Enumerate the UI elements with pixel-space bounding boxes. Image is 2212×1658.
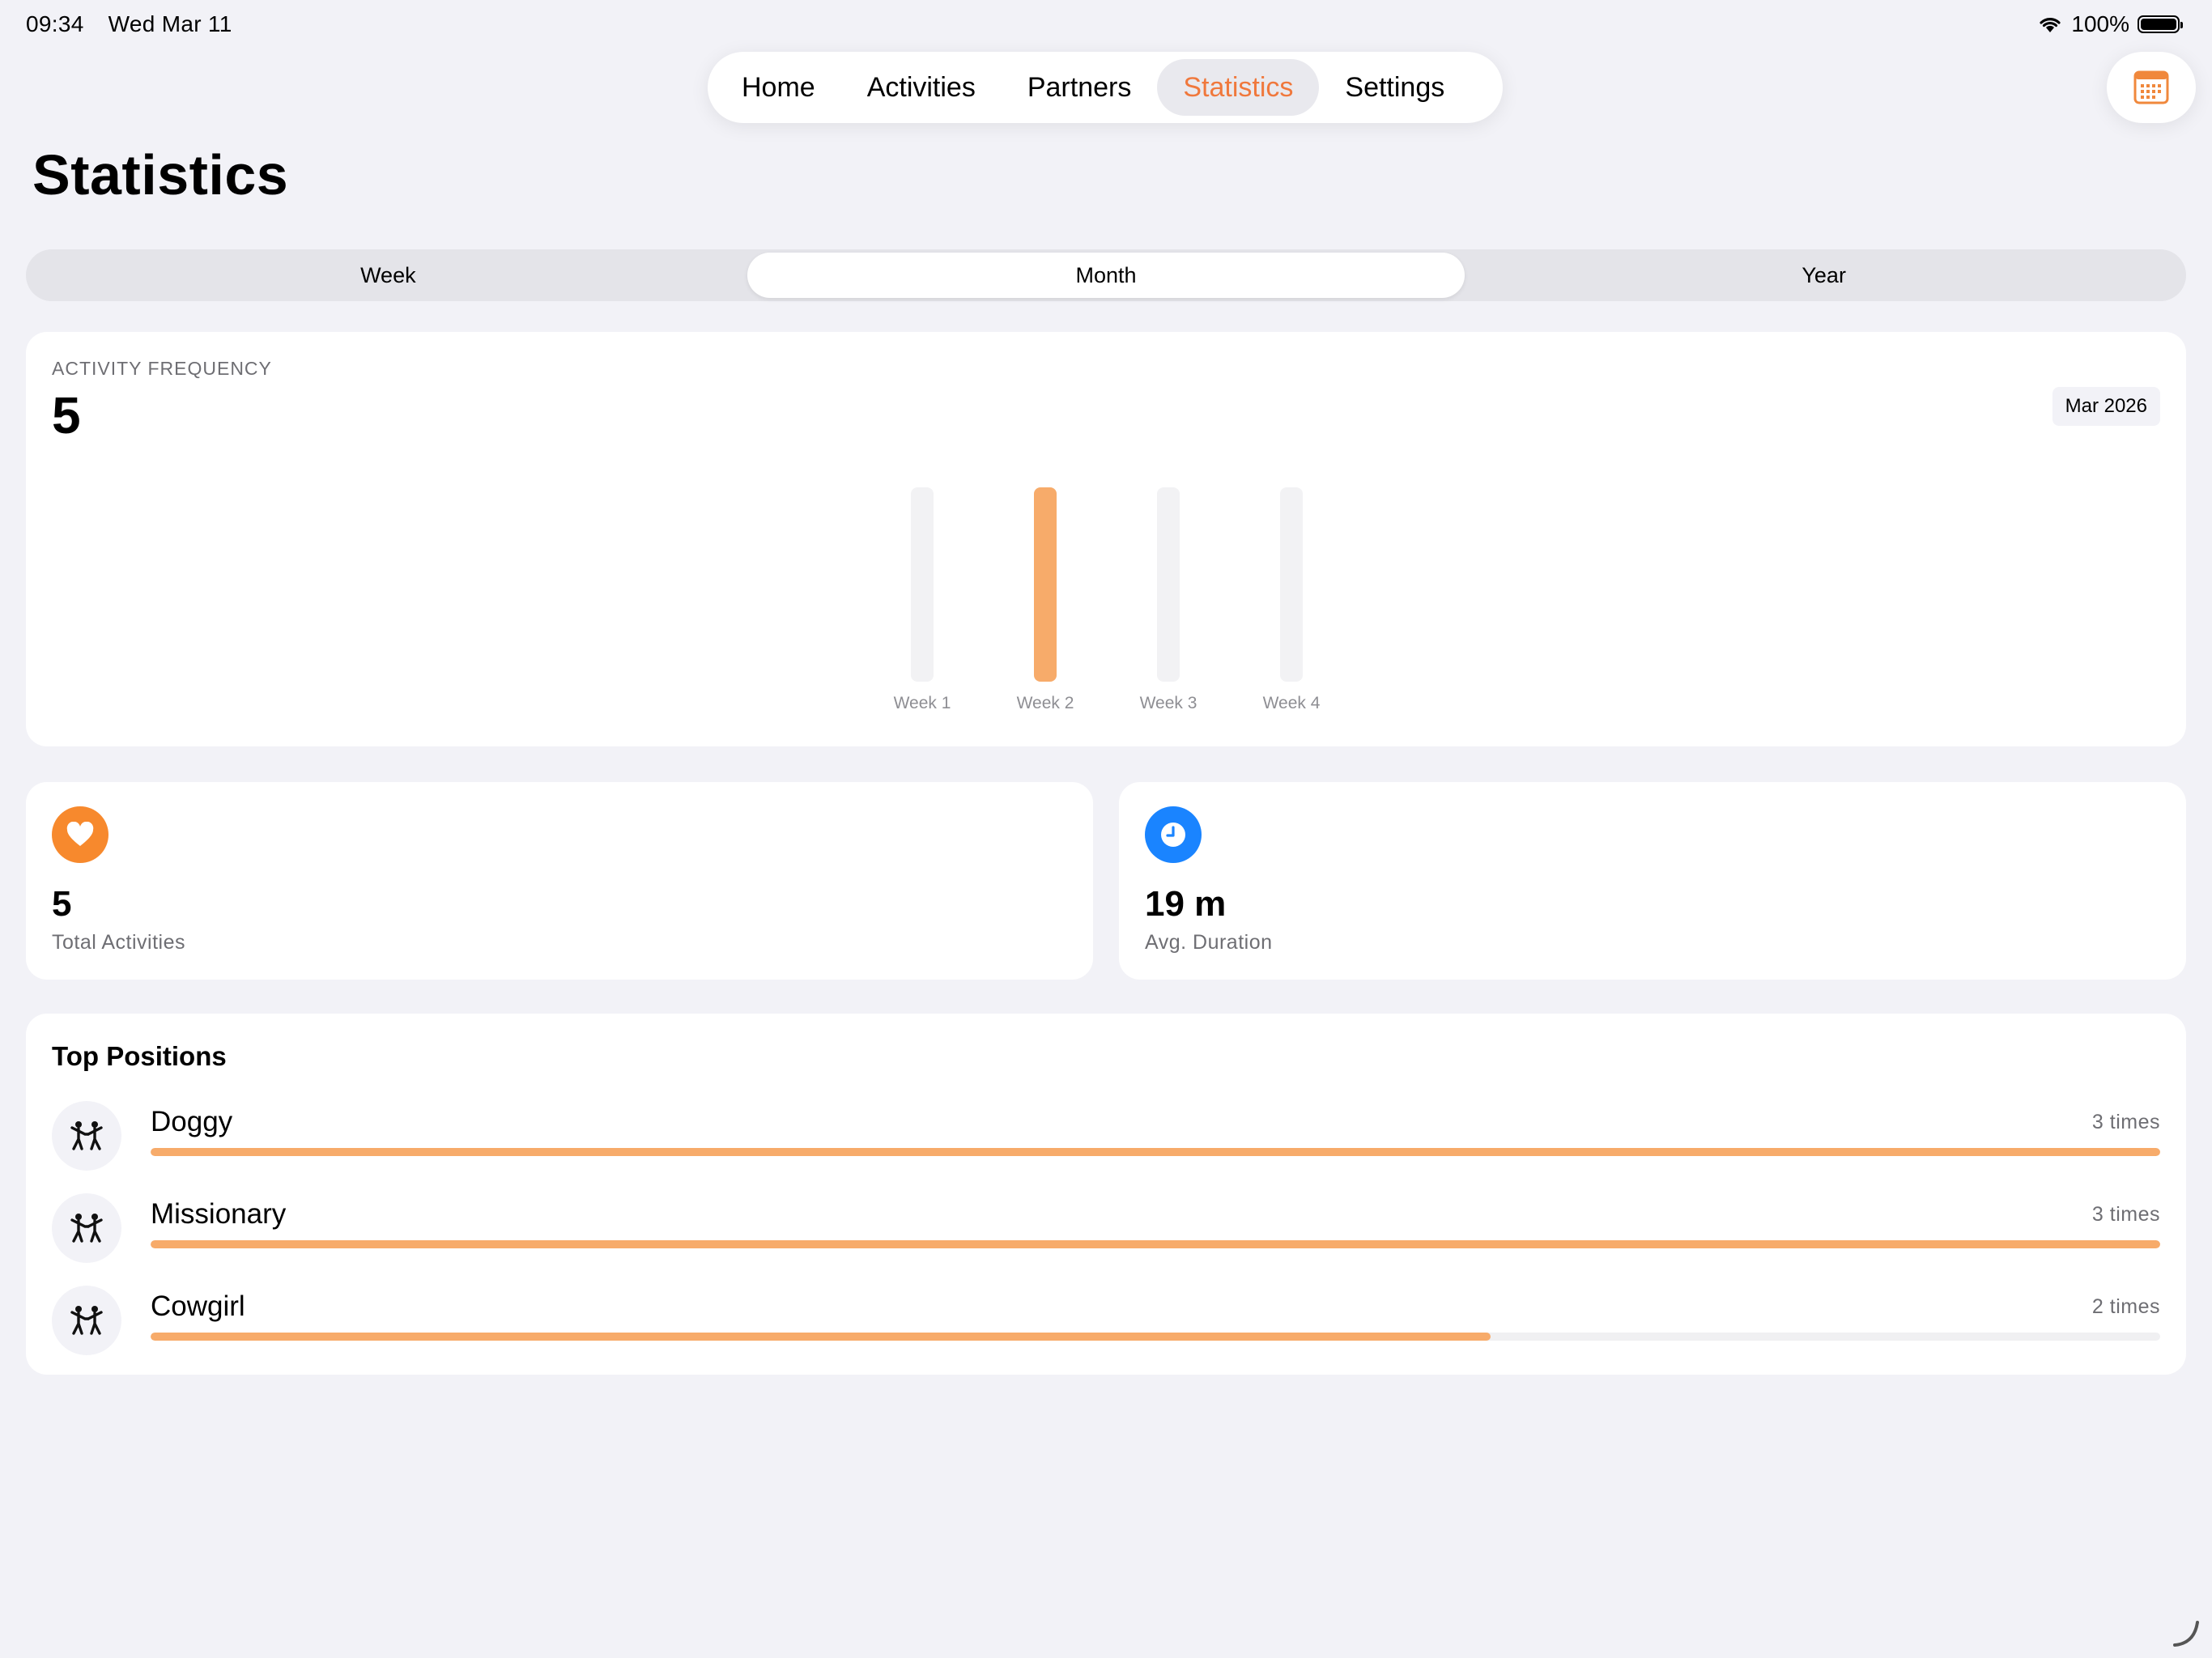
calendar-button[interactable] (2107, 52, 2196, 123)
status-date: Wed Mar 11 (108, 11, 232, 36)
top-positions-card: Top Positions Doggy 3 times Missionary 3… (26, 1014, 2186, 1375)
status-time: 09:34 (26, 11, 84, 36)
position-progress-fill (151, 1333, 1491, 1341)
position-name: Doggy (151, 1106, 233, 1137)
couple-icon (52, 1286, 121, 1355)
activity-frequency-card: ACTIVITY FREQUENCY 5 Mar 2026 Week 1 Week… (26, 332, 2186, 746)
clock-icon (1145, 806, 1202, 863)
tab-settings[interactable]: Settings (1319, 59, 1470, 116)
list-item[interactable]: Cowgirl 2 times (52, 1282, 2160, 1360)
tab-statistics[interactable]: Statistics (1157, 59, 1320, 116)
position-count: 2 times (2091, 1295, 2160, 1318)
tab-partners[interactable]: Partners (1002, 59, 1158, 116)
position-progress-fill (151, 1148, 2160, 1156)
bar-track (1280, 487, 1303, 682)
top-positions-title: Top Positions (52, 1041, 227, 1071)
tab-home[interactable]: Home (716, 59, 841, 116)
total-activities-card: 5 Total Activities (26, 782, 1093, 980)
status-bar-left: 09:34 Wed Mar 11 (26, 11, 250, 37)
page-title: Statistics (32, 143, 289, 206)
top-navigation: Home Activities Partners Statistics Sett… (708, 52, 1503, 123)
tab-activities[interactable]: Activities (841, 59, 1002, 116)
x-tick-label: Week 1 (894, 694, 951, 712)
battery-percent: 100% (2071, 11, 2129, 36)
segment-month[interactable]: Month (747, 253, 1465, 298)
list-item[interactable]: Doggy 3 times (52, 1098, 2160, 1175)
x-tick-label: Week 3 (1140, 694, 1197, 712)
segment-week[interactable]: Week (29, 253, 747, 298)
calendar-icon (2133, 70, 2169, 104)
total-activities-label: Total Activities (52, 931, 186, 954)
status-bar-right: 100% (2037, 11, 2183, 37)
avg-duration-label: Avg. Duration (1145, 931, 1273, 954)
position-progress-track (151, 1148, 2160, 1156)
bar-track (911, 487, 934, 682)
total-activities-value: 5 (52, 884, 72, 924)
period-segmented-control: Week Month Year (26, 249, 2186, 301)
position-progress-fill (151, 1240, 2160, 1248)
avg-duration-value: 19 m (1145, 884, 1227, 924)
x-tick-label: Week 2 (1017, 694, 1074, 712)
x-tick-label: Week 4 (1263, 694, 1321, 712)
position-count: 3 times (2091, 1111, 2160, 1133)
position-name: Cowgirl (151, 1290, 245, 1322)
position-count: 3 times (2091, 1203, 2160, 1226)
wifi-icon (2040, 18, 2061, 32)
couple-icon (52, 1193, 121, 1263)
battery-icon (2138, 15, 2183, 33)
position-progress-track (151, 1333, 2160, 1341)
bar[interactable] (1034, 487, 1057, 682)
position-name: Missionary (151, 1198, 287, 1230)
heart-icon (52, 806, 108, 863)
bar-track (1157, 487, 1180, 682)
list-item[interactable]: Missionary 3 times (52, 1190, 2160, 1268)
position-progress-track (151, 1240, 2160, 1248)
segment-year[interactable]: Year (1465, 253, 2183, 298)
activity-frequency-chart: Week 1 Week 2 Week 3 Week 4 (894, 487, 1321, 712)
couple-icon (52, 1101, 121, 1171)
resize-handle-icon[interactable] (2170, 1618, 2202, 1650)
avg-duration-card: 19 m Avg. Duration (1119, 782, 2186, 980)
